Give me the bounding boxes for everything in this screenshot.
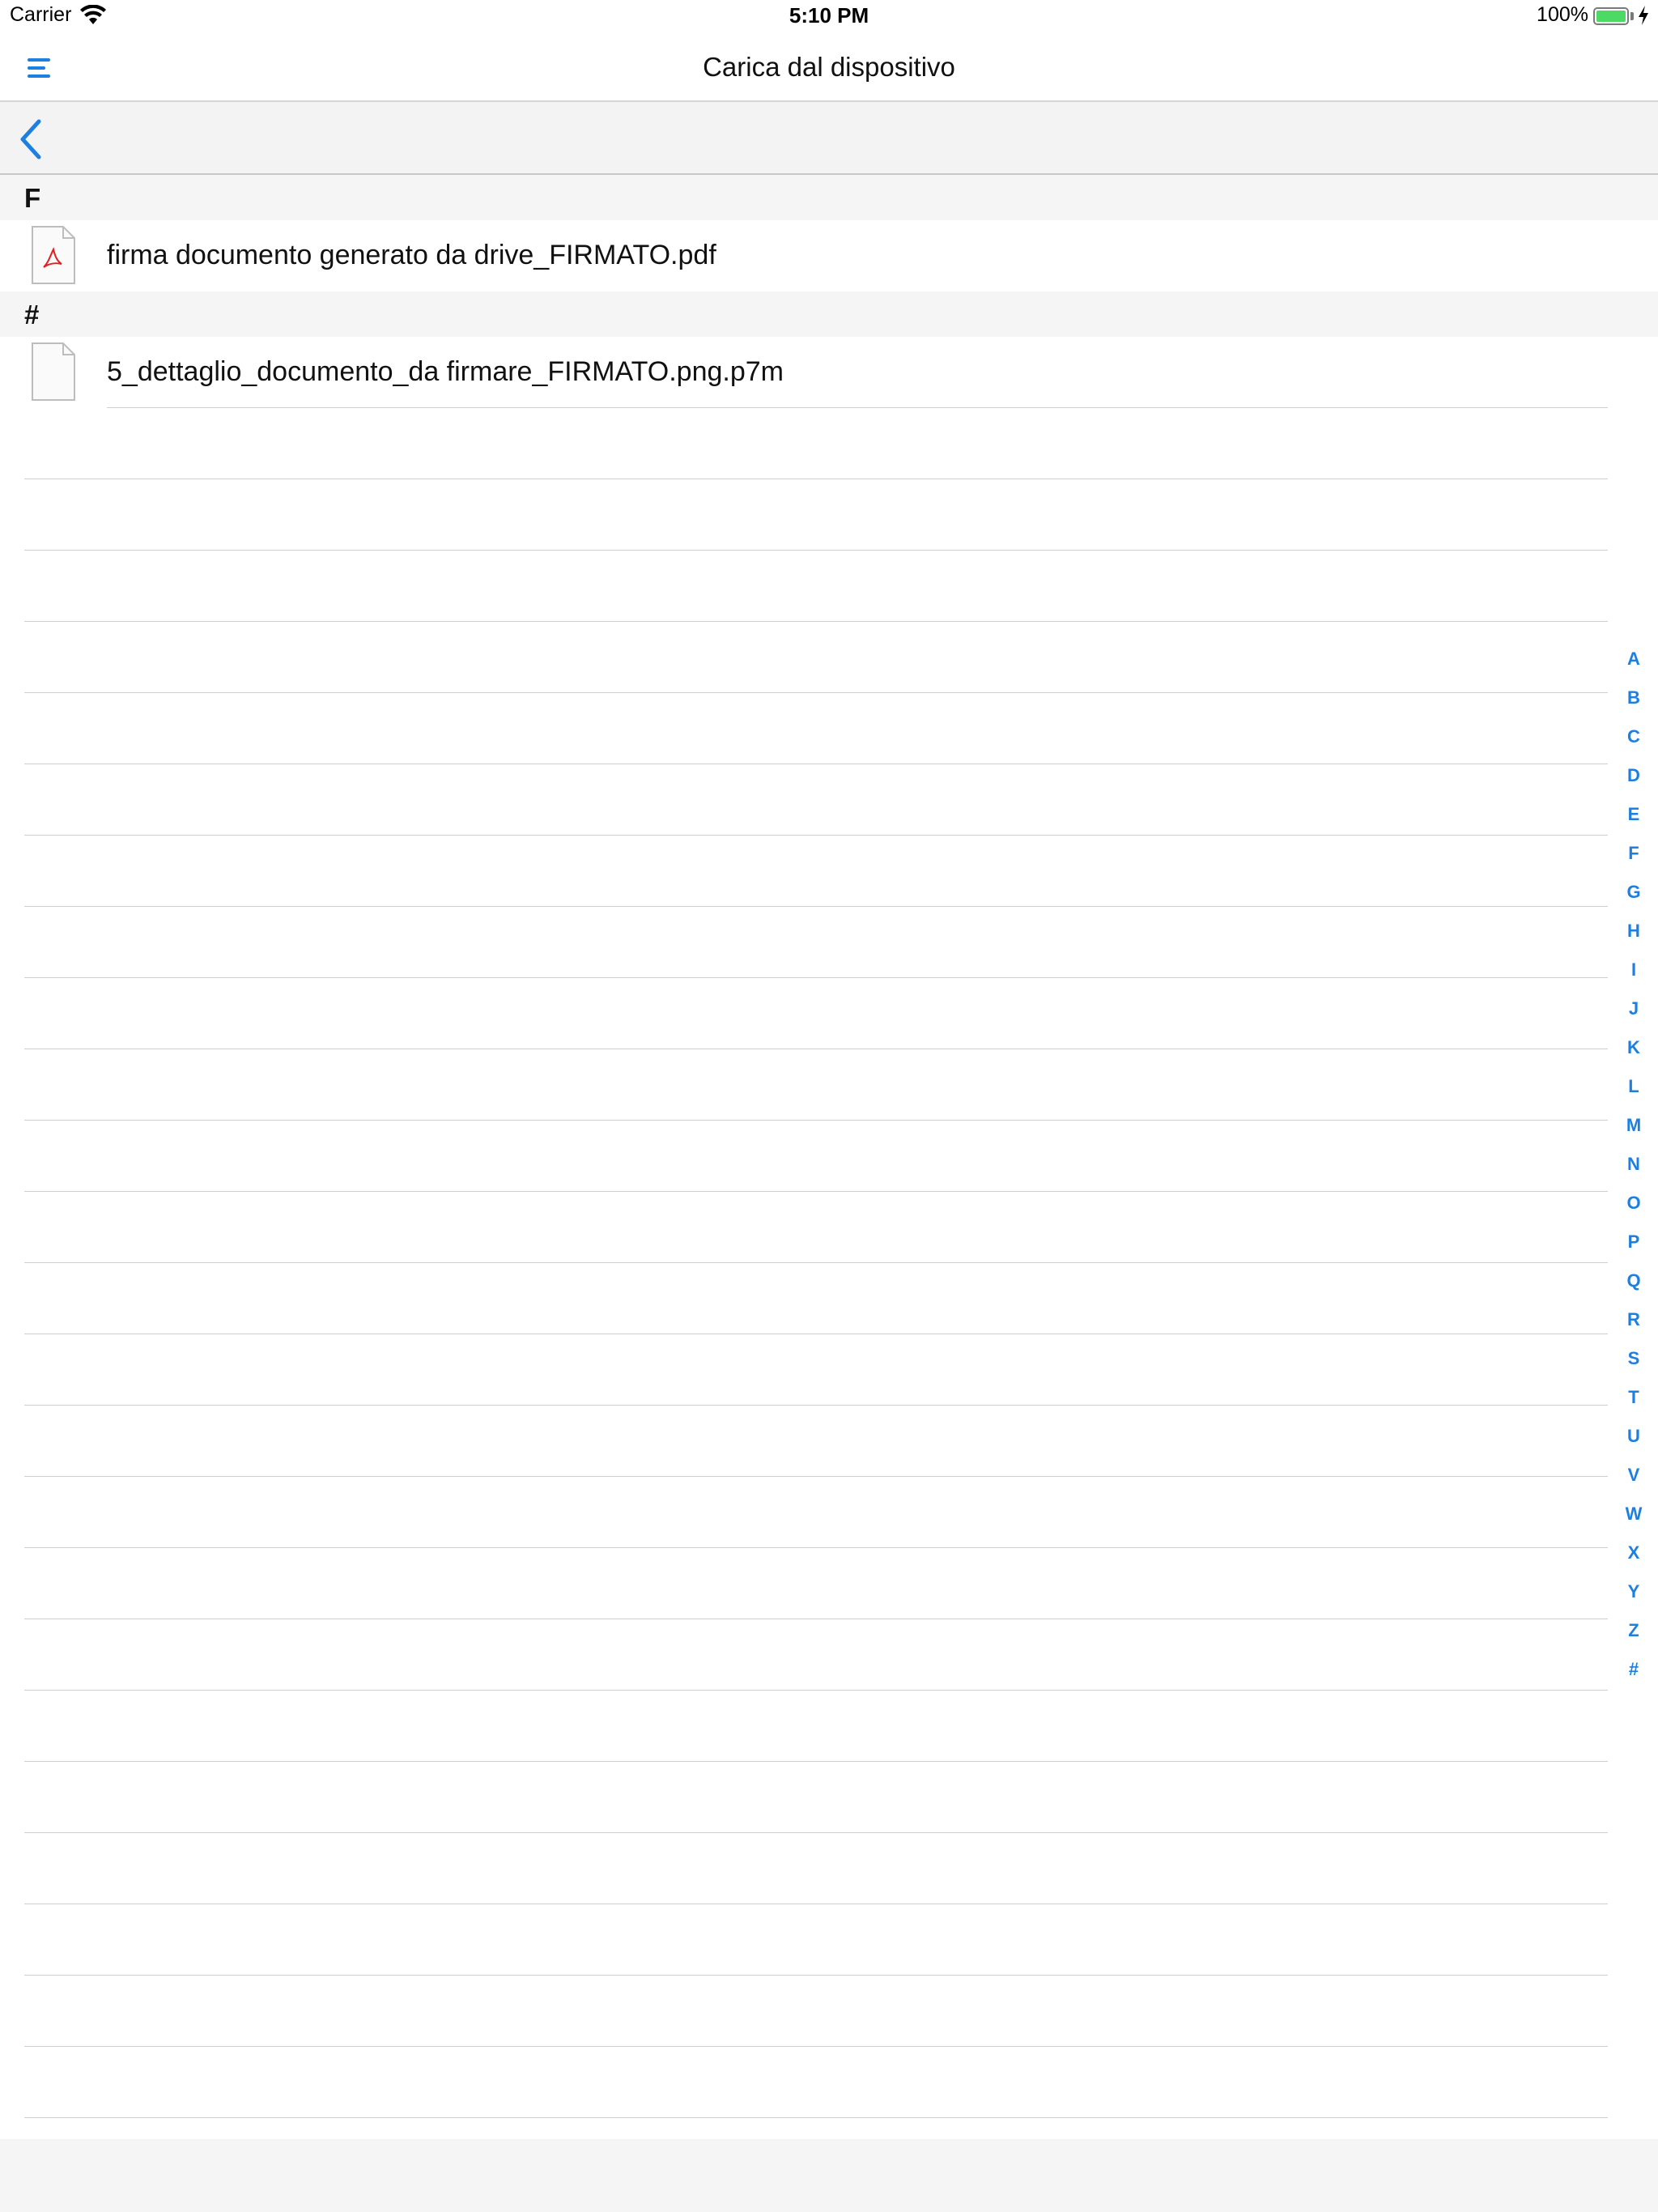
index-letter[interactable]: T	[1618, 1378, 1650, 1417]
index-letter[interactable]: R	[1618, 1300, 1650, 1339]
row-separator	[24, 835, 1608, 836]
index-letter[interactable]: Q	[1618, 1261, 1650, 1300]
index-letter[interactable]: P	[1618, 1223, 1650, 1261]
file-row-pdf[interactable]: firma documento generato da drive_FIRMAT…	[0, 220, 1658, 291]
chevron-left-icon[interactable]	[15, 117, 50, 162]
row-separator	[24, 1191, 1608, 1192]
row-separator	[24, 1262, 1608, 1263]
section-index[interactable]: A B C D E F G H I J K L M N O P Q R S T U V W X Y Z #	[1618, 640, 1650, 1689]
index-letter[interactable]: F	[1618, 834, 1650, 873]
pdf-file-icon	[32, 226, 75, 284]
row-separator	[24, 1761, 1608, 1762]
row-separator	[24, 1547, 1608, 1548]
bottom-bar	[0, 2139, 1658, 2212]
row-separator	[24, 1832, 1608, 1833]
index-letter[interactable]: #	[1618, 1650, 1650, 1689]
index-letter[interactable]: O	[1618, 1184, 1650, 1223]
section-header-label: F	[24, 183, 41, 213]
row-separator	[107, 407, 1608, 408]
index-letter[interactable]: B	[1618, 678, 1650, 717]
index-letter[interactable]: X	[1618, 1534, 1650, 1572]
row-separator	[24, 1476, 1608, 1477]
file-name: 5_dettaglio_documento_da firmare_FIRMATO…	[107, 356, 784, 387]
index-letter[interactable]: U	[1618, 1417, 1650, 1456]
row-separator	[24, 1405, 1608, 1406]
section-header-f: F	[0, 175, 1658, 220]
row-separator	[24, 2117, 1608, 2118]
index-letter[interactable]: E	[1618, 795, 1650, 834]
navigation-bar: Carica dal dispositivo	[0, 32, 1658, 102]
index-letter[interactable]: D	[1618, 756, 1650, 795]
index-letter[interactable]: C	[1618, 717, 1650, 756]
index-letter[interactable]: J	[1618, 989, 1650, 1028]
battery-icon	[1593, 7, 1629, 25]
battery-tip	[1630, 12, 1634, 20]
row-separator	[24, 550, 1608, 551]
row-separator	[24, 2046, 1608, 2047]
index-letter[interactable]: K	[1618, 1028, 1650, 1067]
index-letter[interactable]: Y	[1618, 1572, 1650, 1611]
back-toolbar	[0, 102, 1658, 175]
status-bar: Carrier 5:10 PM 100%	[0, 0, 1658, 32]
index-letter[interactable]: S	[1618, 1339, 1650, 1378]
index-letter[interactable]: G	[1618, 873, 1650, 912]
section-header-label: #	[24, 300, 40, 330]
status-time: 5:10 PM	[789, 3, 869, 28]
index-letter[interactable]: V	[1618, 1456, 1650, 1495]
index-letter[interactable]: H	[1618, 912, 1650, 951]
index-letter[interactable]: A	[1618, 640, 1650, 678]
row-separator	[24, 977, 1608, 978]
index-letter[interactable]: L	[1618, 1067, 1650, 1106]
charging-bolt-icon	[1639, 6, 1648, 25]
file-name: firma documento generato da drive_FIRMAT…	[107, 240, 716, 270]
index-letter[interactable]: I	[1618, 951, 1650, 989]
row-separator	[24, 692, 1608, 693]
row-separator	[24, 621, 1608, 622]
index-letter[interactable]: M	[1618, 1106, 1650, 1145]
page-title: Carica dal dispositivo	[703, 52, 955, 82]
row-separator	[24, 1975, 1608, 1976]
index-letter[interactable]: Z	[1618, 1611, 1650, 1650]
index-letter[interactable]: N	[1618, 1145, 1650, 1184]
battery-level	[1596, 11, 1626, 22]
row-separator	[24, 1120, 1608, 1121]
file-row-p7m[interactable]: 5_dettaglio_documento_da firmare_FIRMATO…	[0, 337, 1658, 408]
section-header-hash: #	[0, 291, 1658, 337]
row-separator	[24, 906, 1608, 907]
generic-file-icon	[32, 342, 75, 401]
battery-percent: 100%	[1537, 3, 1588, 26]
row-separator	[24, 1690, 1608, 1691]
index-letter[interactable]: W	[1618, 1495, 1650, 1534]
